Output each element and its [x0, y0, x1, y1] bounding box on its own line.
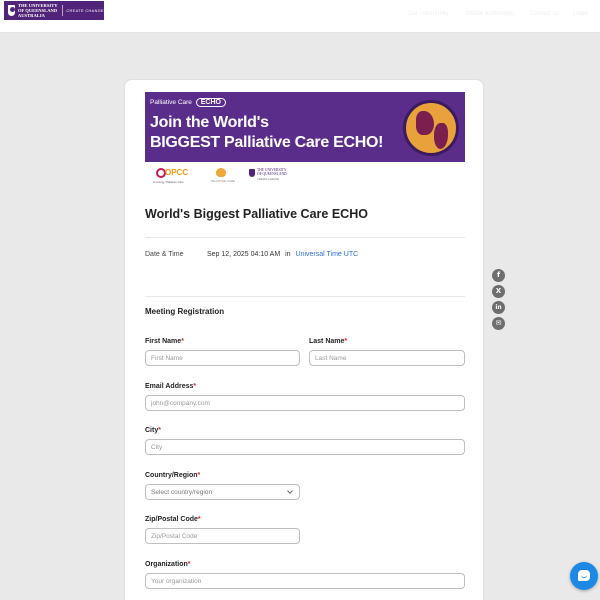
date-time-text: Sep 12, 2025 04:10 AM: [207, 251, 281, 258]
chat-bubble-icon: [578, 570, 590, 581]
registration-card: Palliative Care ECHO Join the World's BI…: [124, 79, 484, 600]
heart-logo: PALLIATIVE CARE: [211, 166, 235, 186]
organization-label: Organization*: [145, 561, 191, 568]
banner-headline-2: BIGGEST Palliative Care ECHO!: [150, 134, 384, 151]
required-mark: *: [158, 427, 161, 434]
email-label-text: Email Address: [145, 383, 194, 390]
uq-logo-line-2: OF QUEENSLAND: [257, 172, 287, 176]
event-title: World's Biggest Palliative Care ECHO: [145, 207, 368, 221]
opcc-logo-sub: Oncology Palliative Care: [153, 180, 184, 184]
required-mark: *: [187, 561, 191, 568]
crest-icon: [8, 5, 15, 16]
organization-input[interactable]: [145, 573, 465, 589]
nav-link-community[interactable]: Our community: [408, 11, 449, 17]
banner-echo-prefix: Palliative Care: [150, 99, 192, 106]
required-mark: *: [193, 383, 197, 390]
divider: [145, 237, 465, 238]
nav-link-contact[interactable]: Contact us: [530, 11, 559, 17]
share-bar: f X in ✉: [490, 267, 506, 333]
timezone-link[interactable]: Universal Time UTC: [296, 251, 359, 258]
first-name-input[interactable]: [145, 350, 300, 366]
country-select-placeholder: Select country/region: [151, 488, 213, 496]
chat-launcher-button[interactable]: [570, 562, 598, 590]
zip-label-text: Zip/Postal Code: [145, 516, 198, 523]
logo-divider: [61, 5, 63, 16]
heart-logo-sub: PALLIATIVE CARE: [211, 179, 235, 183]
uq-logo-sub: CREATE CHANGE: [257, 178, 280, 181]
organization-label-text: Organization: [145, 561, 188, 568]
country-select[interactable]: Select country/region: [145, 484, 300, 500]
required-mark: *: [344, 338, 348, 345]
first-name-label-text: First Name: [145, 338, 182, 345]
date-time-value: Sep 12, 2025 04:10 AM in Universal Time …: [207, 251, 358, 258]
heart-icon: [216, 168, 226, 177]
event-banner: Palliative Care ECHO Join the World's BI…: [145, 92, 465, 162]
email-label: Email Address*: [145, 383, 196, 390]
country-label-text: Country/Region: [145, 472, 198, 479]
partner-logos: OPCC Oncology Palliative Care PALLIATIVE…: [153, 166, 293, 188]
logo-line-3: AUSTRALIA: [17, 13, 45, 19]
country-label: Country/Region*: [145, 472, 200, 479]
zip-input[interactable]: [145, 528, 300, 544]
banner-headline-1: Join the World's: [150, 114, 269, 131]
city-label: City*: [145, 427, 161, 434]
last-name-input[interactable]: [309, 350, 465, 366]
first-name-label: First Name*: [145, 338, 184, 345]
city-label-text: City: [145, 427, 159, 434]
zip-label: Zip/Postal Code*: [145, 516, 201, 523]
last-name-label: Last Name*: [309, 338, 347, 345]
required-mark: *: [181, 338, 184, 345]
banner-echo-label: Palliative Care ECHO: [150, 98, 226, 107]
uq-logo-text: THE UNIVERSITY OF QUEENSLAND: [257, 168, 287, 176]
globe-icon: [403, 100, 459, 156]
chevron-down-icon: [287, 488, 293, 494]
nav-link-login[interactable]: Login: [573, 11, 588, 17]
nav-link-workshops[interactable]: Global workshops: [466, 11, 514, 17]
date-time-in: in: [285, 251, 291, 258]
x-twitter-icon[interactable]: X: [492, 285, 505, 298]
top-bar: THE UNIVERSITY OF QUEENSLAND AUSTRALIA C…: [0, 0, 600, 33]
linkedin-icon[interactable]: in: [492, 301, 505, 314]
email-share-icon[interactable]: ✉: [492, 317, 505, 330]
globe-landmass: [416, 111, 434, 135]
facebook-icon[interactable]: f: [492, 269, 505, 282]
section-title: Meeting Registration: [145, 307, 225, 316]
logo-tagline: CREATE CHANGE: [66, 8, 104, 13]
opcc-logo: OPCC Oncology Palliative Care: [153, 166, 189, 186]
logo-text: THE UNIVERSITY OF QUEENSLAND AUSTRALIA: [18, 3, 58, 19]
opcc-logo-text: OPCC: [165, 168, 189, 177]
required-mark: *: [197, 472, 201, 479]
date-time-label: Date & Time: [145, 251, 184, 258]
city-input[interactable]: [145, 439, 465, 455]
divider: [145, 296, 465, 297]
uq-partner-logo: THE UNIVERSITY OF QUEENSLAND CREATE CHAN…: [249, 168, 293, 184]
last-name-label-text: Last Name: [309, 338, 345, 345]
globe-landmass: [434, 123, 448, 149]
banner-echo-badge: ECHO: [195, 98, 226, 107]
uq-crest-icon: [249, 169, 255, 177]
email-input[interactable]: [145, 395, 465, 411]
required-mark: *: [197, 516, 201, 523]
university-logo[interactable]: THE UNIVERSITY OF QUEENSLAND AUSTRALIA C…: [4, 1, 104, 20]
